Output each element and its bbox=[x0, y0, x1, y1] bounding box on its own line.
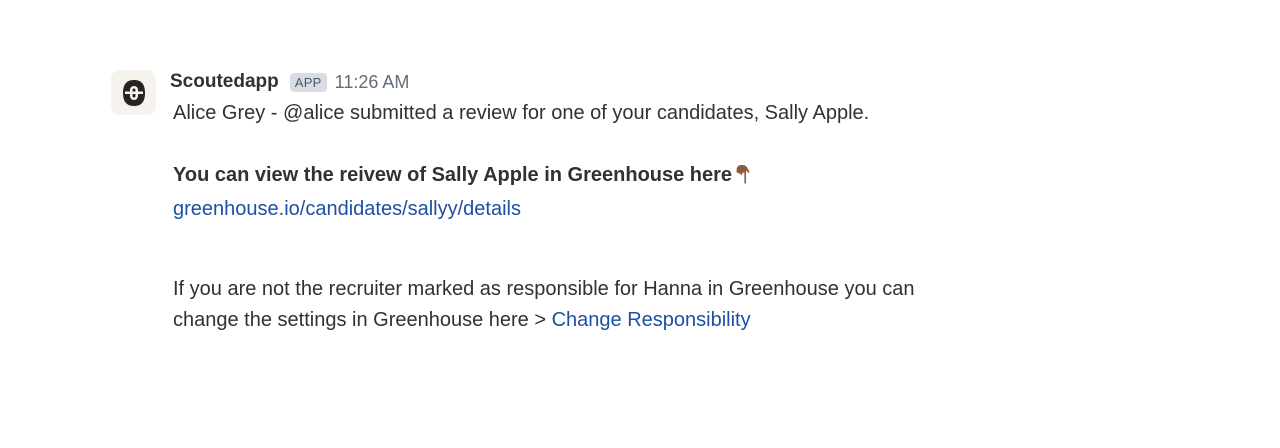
review-notice-text: Alice Grey - @alice submitted a review f… bbox=[173, 102, 870, 124]
sender-name[interactable]: Scoutedapp bbox=[170, 71, 279, 93]
message-body: Alice Grey - @alice submitted a review f… bbox=[173, 98, 1100, 336]
view-review-label: You can view the reivew of Sally Apple i… bbox=[173, 164, 733, 186]
message-timestamp[interactable]: 11:26 AM bbox=[335, 72, 410, 93]
message-header: Scoutedapp APP 11:26 AM bbox=[170, 66, 1100, 98]
app-badge: APP bbox=[289, 72, 327, 92]
candidate-details-link[interactable]: greenhouse.io/candidates/sallyy/details bbox=[173, 194, 1100, 225]
pointing-down-hand-icon bbox=[734, 163, 752, 194]
scoutedapp-logo-icon bbox=[122, 79, 145, 106]
scoutedapp-avatar[interactable] bbox=[111, 70, 156, 115]
responsibility-notice-text: change the settings in Greenhouse here > bbox=[173, 309, 552, 331]
view-review-text: You can view the reivew of Sally Apple i… bbox=[173, 160, 1100, 194]
message-content: Scoutedapp APP 11:26 AM Alice Grey - @al… bbox=[170, 66, 1100, 336]
responsibility-notice-line2: change the settings in Greenhouse here >… bbox=[173, 305, 1100, 336]
responsibility-notice-line1: If you are not the recruiter marked as r… bbox=[173, 278, 915, 300]
change-responsibility-link[interactable]: Change Responsibility bbox=[552, 309, 751, 331]
